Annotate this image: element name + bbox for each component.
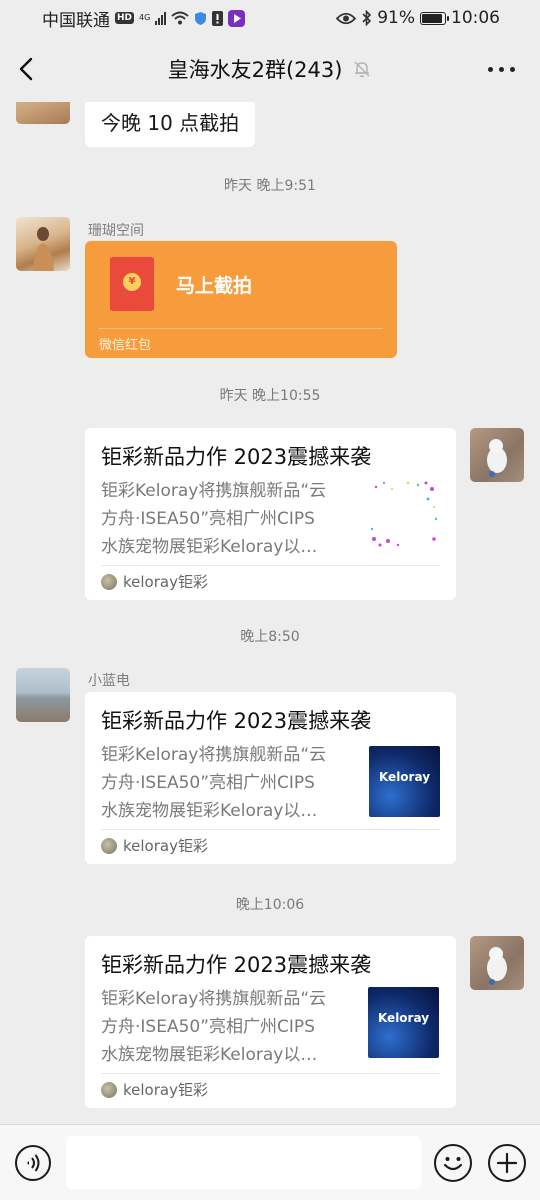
red-envelope-icon: ¥	[110, 257, 154, 311]
wifi-icon	[171, 11, 189, 25]
bear-figure	[487, 947, 507, 985]
card-description: 钜彩Keloray将携旗舰新品“云 方舟·ISEA50”亮相广州CIPS 水族宠…	[101, 989, 327, 1065]
smiley-icon	[443, 1157, 463, 1171]
chat-header: 皇海水友2群(243)	[0, 36, 540, 102]
card-thumbnail: Keloray	[368, 987, 439, 1058]
timestamp: 昨天 晚上9:51	[224, 178, 316, 194]
card-description: 钜彩Keloray将携旗舰新品“云 方舟·ISEA50”亮相广州CIPS 水族宠…	[101, 745, 327, 821]
source-logo-icon	[101, 837, 117, 854]
app-play-icon	[228, 9, 246, 27]
shield-icon	[195, 11, 207, 25]
back-arrow-icon[interactable]	[12, 54, 42, 84]
red-packet-greeting: 马上截拍	[176, 275, 253, 297]
my-avatar[interactable]	[470, 936, 524, 990]
signal-icon	[155, 11, 167, 25]
carrier-label: 中国联通	[42, 10, 110, 31]
card-source-name: keloray钜彩	[123, 1081, 208, 1099]
card-title: 钜彩新品力作 2023震撼来袭	[101, 953, 372, 977]
bluetooth-icon	[362, 10, 372, 26]
chat-area[interactable]: 今晚 10 点截拍 昨天 晚上9:51 珊瑚空间 ¥ 马上截拍 微信红包 昨天 …	[0, 102, 540, 1124]
link-card-message[interactable]: 钜彩新品力作 2023震撼来袭 钜彩Keloray将携旗舰新品“云 方舟·ISE…	[85, 428, 456, 600]
person-silhouette	[33, 227, 54, 271]
sender-name: 珊瑚空间	[88, 223, 144, 239]
timestamp: 昨天 晚上10:55	[219, 388, 321, 404]
status-bar: 中国联通 HD 4G 91% 10:06	[0, 0, 540, 36]
card-title: 钜彩新品力作 2023震撼来袭	[101, 709, 372, 733]
card-description: 钜彩Keloray将携旗舰新品“云 方舟·ISEA50”亮相广州CIPS 水族宠…	[101, 481, 327, 557]
battery-icon	[420, 11, 449, 25]
more-options-icon[interactable]	[488, 60, 518, 78]
thumb-logo-text: Keloray	[377, 1011, 430, 1025]
text-message[interactable]: 今晚 10 点截拍	[85, 102, 256, 147]
red-packet-message[interactable]: ¥ 马上截拍 微信红包	[85, 241, 397, 358]
battery-percent: 91%	[377, 8, 415, 28]
card-thumbnail: Keloray	[369, 746, 440, 817]
card-title: 钜彩新品力作 2023震撼来袭	[101, 445, 372, 469]
timestamp: 晚上10:06	[235, 897, 305, 913]
alert-icon	[212, 10, 224, 26]
input-bar	[0, 1124, 540, 1200]
my-avatar[interactable]	[470, 428, 524, 482]
red-packet-label: 微信红包	[99, 338, 152, 353]
avatar[interactable]	[16, 668, 70, 722]
emoji-button[interactable]	[434, 1144, 472, 1182]
more-actions-button[interactable]	[488, 1144, 526, 1182]
bear-figure	[487, 439, 507, 477]
group-title: 皇海水友2群(243)	[167, 58, 343, 82]
voice-icon	[27, 1154, 40, 1172]
link-card-message[interactable]: 钜彩新品力作 2023震撼来袭 钜彩Keloray将携旗舰新品“云 方舟·ISE…	[85, 936, 456, 1108]
card-thumbnail	[368, 479, 439, 550]
plus-icon	[496, 1152, 518, 1174]
message-text: 今晚 10 点截拍	[101, 111, 240, 135]
sender-name: 小蓝电	[88, 673, 130, 689]
source-logo-icon	[101, 573, 117, 590]
avatar[interactable]	[16, 217, 70, 271]
card-source-name: keloray钜彩	[123, 837, 208, 855]
eye-icon	[336, 12, 357, 24]
source-logo-icon	[101, 1081, 117, 1098]
muted-bell-icon	[354, 61, 370, 78]
voice-input-button[interactable]	[15, 1145, 51, 1181]
hd-badge: HD	[115, 12, 135, 24]
card-source-name: keloray钜彩	[123, 573, 208, 591]
thumb-logo-text: Keloray	[378, 770, 431, 784]
link-card-message[interactable]: 钜彩新品力作 2023震撼来袭 钜彩Keloray将携旗舰新品“云 方舟·ISE…	[85, 692, 456, 864]
message-input[interactable]	[66, 1136, 421, 1189]
avatar[interactable]	[16, 102, 70, 124]
network-label: 4G	[139, 13, 151, 22]
timestamp: 晚上8:50	[240, 629, 300, 645]
coin-icon: ¥	[123, 273, 141, 291]
clock: 10:06	[451, 8, 500, 28]
